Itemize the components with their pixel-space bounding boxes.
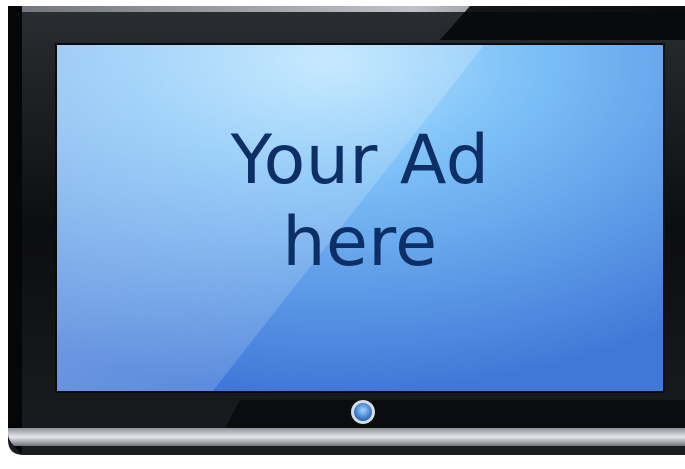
ad-headline: Your Ad here bbox=[56, 120, 664, 284]
television: Your Ad here bbox=[0, 0, 685, 469]
ad-headline-line-2: here bbox=[282, 203, 438, 282]
ad-headline-line-1: Your Ad bbox=[230, 121, 490, 200]
power-button-icon[interactable] bbox=[351, 400, 375, 424]
ad-image: Your Ad here bbox=[0, 0, 685, 469]
